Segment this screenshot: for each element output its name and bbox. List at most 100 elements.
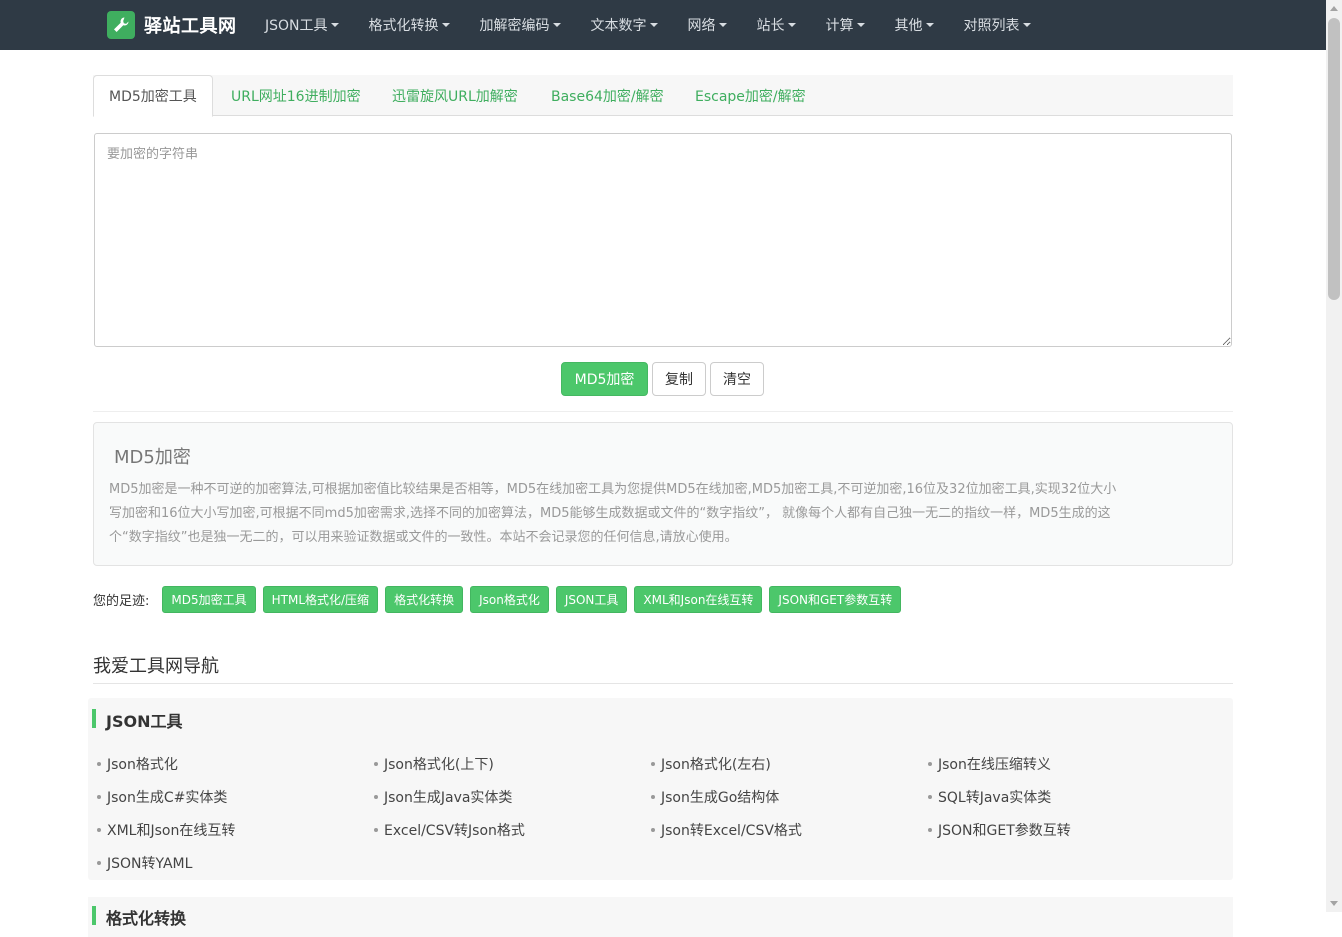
- nav-format-convert[interactable]: 格式化转换: [369, 15, 450, 35]
- description-text: MD5加密是一种不可逆的加密算法,可根据加密值比较结果是否相等，MD5在线加密工…: [109, 478, 1199, 550]
- footprint-tag[interactable]: HTML格式化/压缩: [262, 586, 379, 613]
- copy-button[interactable]: 复制: [652, 362, 706, 396]
- description-line: 写加密和16位大小写加密,可根据不同md5加密需求,选择不同的加密算法，MD5能…: [109, 506, 1111, 521]
- tool-link[interactable]: JSON和GET参数互转: [928, 820, 1071, 840]
- md5-encrypt-button[interactable]: MD5加密: [561, 362, 648, 396]
- tool-link-label: Json生成Go结构体: [661, 790, 780, 806]
- tool-link-label: JSON和GET参数互转: [938, 823, 1071, 839]
- nav-section-heading: 我爱工具网导航: [93, 656, 219, 677]
- brand-name: 驿站工具网: [144, 16, 237, 37]
- footprint-bar: 您的足迹: MD5加密工具 HTML格式化/压缩 格式化转换 Json格式化 J…: [93, 586, 908, 613]
- scroll-thumb[interactable]: [1328, 18, 1340, 300]
- description-line: MD5加密是一种不可逆的加密算法,可根据加密值比较结果是否相等，MD5在线加密工…: [109, 482, 1117, 497]
- bullet-icon: [651, 795, 655, 799]
- bullet-icon: [928, 762, 932, 766]
- bullet-icon: [97, 795, 101, 799]
- footprint-tag[interactable]: 格式化转换: [385, 586, 464, 613]
- clear-button[interactable]: 清空: [710, 362, 764, 396]
- tool-link-label: Json生成C#实体类: [107, 790, 228, 806]
- tool-link[interactable]: Json格式化(左右): [651, 754, 771, 774]
- scroll-down-arrow-icon[interactable]: [1330, 901, 1338, 906]
- nav-other[interactable]: 其他: [895, 15, 934, 35]
- nav-text-number[interactable]: 文本数字: [591, 15, 658, 35]
- card-title: JSON工具: [106, 712, 183, 731]
- tool-link[interactable]: Json格式化: [97, 754, 178, 774]
- main-menu: JSON工具 格式化转换 加解密编码 文本数字 网络 站长 计算 其他 对照列表: [265, 0, 1061, 50]
- footprint-tag[interactable]: MD5加密工具: [162, 586, 256, 613]
- tool-link-label: Json格式化: [107, 757, 178, 773]
- tool-link[interactable]: Excel/CSV转Json格式: [374, 820, 525, 840]
- tab-md5[interactable]: MD5加密工具: [93, 75, 213, 117]
- tool-link-label: Json转Excel/CSV格式: [661, 823, 802, 839]
- caret-down-icon: [441, 23, 450, 27]
- nav-label: 其他: [894, 18, 923, 34]
- nav-reference-list[interactable]: 对照列表: [964, 15, 1031, 35]
- nav-calculate[interactable]: 计算: [826, 15, 865, 35]
- tool-link[interactable]: Json格式化(上下): [374, 754, 494, 774]
- footprint-tag[interactable]: Json格式化: [470, 586, 549, 613]
- nav-network[interactable]: 网络: [688, 15, 727, 35]
- tool-link[interactable]: Json转Excel/CSV格式: [651, 820, 802, 840]
- section-accent-bar: [92, 906, 96, 925]
- tool-link[interactable]: Json在线压缩转义: [928, 754, 1051, 774]
- bullet-icon: [374, 828, 378, 832]
- nav-label: 对照列表: [963, 18, 1020, 34]
- section-accent-bar: [92, 709, 96, 728]
- tab-thunder-url[interactable]: 迅雷旋风URL加解密: [392, 75, 518, 116]
- footprint-tag[interactable]: XML和Json在线互转: [634, 586, 763, 613]
- description-title: MD5加密: [114, 447, 191, 468]
- tool-link-label: Json格式化(上下): [384, 757, 494, 773]
- tool-link[interactable]: Json生成C#实体类: [97, 787, 227, 807]
- json-tools-card: JSON工具 Json格式化 Json格式化(上下) Json格式化(左右) J…: [88, 698, 1233, 880]
- bullet-icon: [374, 762, 378, 766]
- tool-link-label: SQL转Java实体类: [938, 790, 1052, 806]
- divider: [93, 683, 1233, 684]
- description-line: 个“数字指纹”也是独一无二的，可以用来验证数据或文件的一致性。本站不会记录您的任…: [109, 530, 738, 545]
- tab-base64[interactable]: Base64加密/解密: [551, 75, 664, 116]
- wrench-icon: [107, 11, 135, 39]
- tool-link-label: Json生成Java实体类: [384, 790, 513, 806]
- tool-link[interactable]: JSON转YAML: [97, 853, 192, 873]
- card-title: 格式化转换: [106, 909, 187, 928]
- input-textarea[interactable]: [94, 133, 1232, 347]
- nav-label: 格式化转换: [368, 18, 439, 34]
- tool-link[interactable]: Json生成Go结构体: [651, 787, 779, 807]
- bullet-icon: [928, 795, 932, 799]
- nav-json-tools[interactable]: JSON工具: [265, 15, 339, 35]
- bullet-icon: [651, 762, 655, 766]
- nav-label: 文本数字: [590, 18, 647, 34]
- caret-down-icon: [552, 23, 561, 27]
- vertical-scrollbar[interactable]: [1326, 0, 1342, 912]
- nav-label: 加解密编码: [479, 18, 550, 34]
- footprint-tag[interactable]: JSON和GET参数互转: [769, 586, 902, 613]
- bullet-icon: [97, 762, 101, 766]
- tool-tabs: MD5加密工具 URL网址16进制加密 迅雷旋风URL加解密 Base64加密/…: [93, 75, 1233, 117]
- bullet-icon: [928, 828, 932, 832]
- bullet-icon: [97, 861, 101, 865]
- tab-url-hex[interactable]: URL网址16进制加密: [231, 75, 361, 116]
- footprint-tag[interactable]: JSON工具: [555, 586, 628, 613]
- caret-down-icon: [787, 23, 796, 27]
- caret-down-icon: [649, 23, 658, 27]
- nav-webmaster[interactable]: 站长: [757, 15, 796, 35]
- caret-down-icon: [1022, 23, 1031, 27]
- tool-link-label: XML和Json在线互转: [107, 823, 236, 839]
- brand[interactable]: 驿站工具网: [107, 11, 237, 39]
- nav-encrypt-encode[interactable]: 加解密编码: [480, 15, 561, 35]
- bullet-icon: [97, 828, 101, 832]
- tool-link[interactable]: XML和Json在线互转: [97, 820, 235, 840]
- nav-label: 计算: [825, 18, 854, 34]
- scroll-up-arrow-icon[interactable]: [1330, 6, 1338, 11]
- tool-link-label: Json在线压缩转义: [938, 757, 1051, 773]
- tool-link[interactable]: Json生成Java实体类: [374, 787, 512, 807]
- divider: [93, 411, 1233, 412]
- bullet-icon: [651, 828, 655, 832]
- nav-label: 网络: [687, 18, 716, 34]
- footprint-label: 您的足迹:: [93, 594, 150, 609]
- caret-down-icon: [330, 23, 339, 27]
- description-panel: MD5加密 MD5加密是一种不可逆的加密算法,可根据加密值比较结果是否相等，MD…: [93, 422, 1233, 566]
- top-navbar: 驿站工具网 JSON工具 格式化转换 加解密编码 文本数字 网络 站长 计算 其…: [0, 0, 1326, 50]
- tool-link[interactable]: SQL转Java实体类: [928, 787, 1051, 807]
- tab-escape[interactable]: Escape加密/解密: [695, 75, 806, 116]
- nav-label: 站长: [756, 18, 785, 34]
